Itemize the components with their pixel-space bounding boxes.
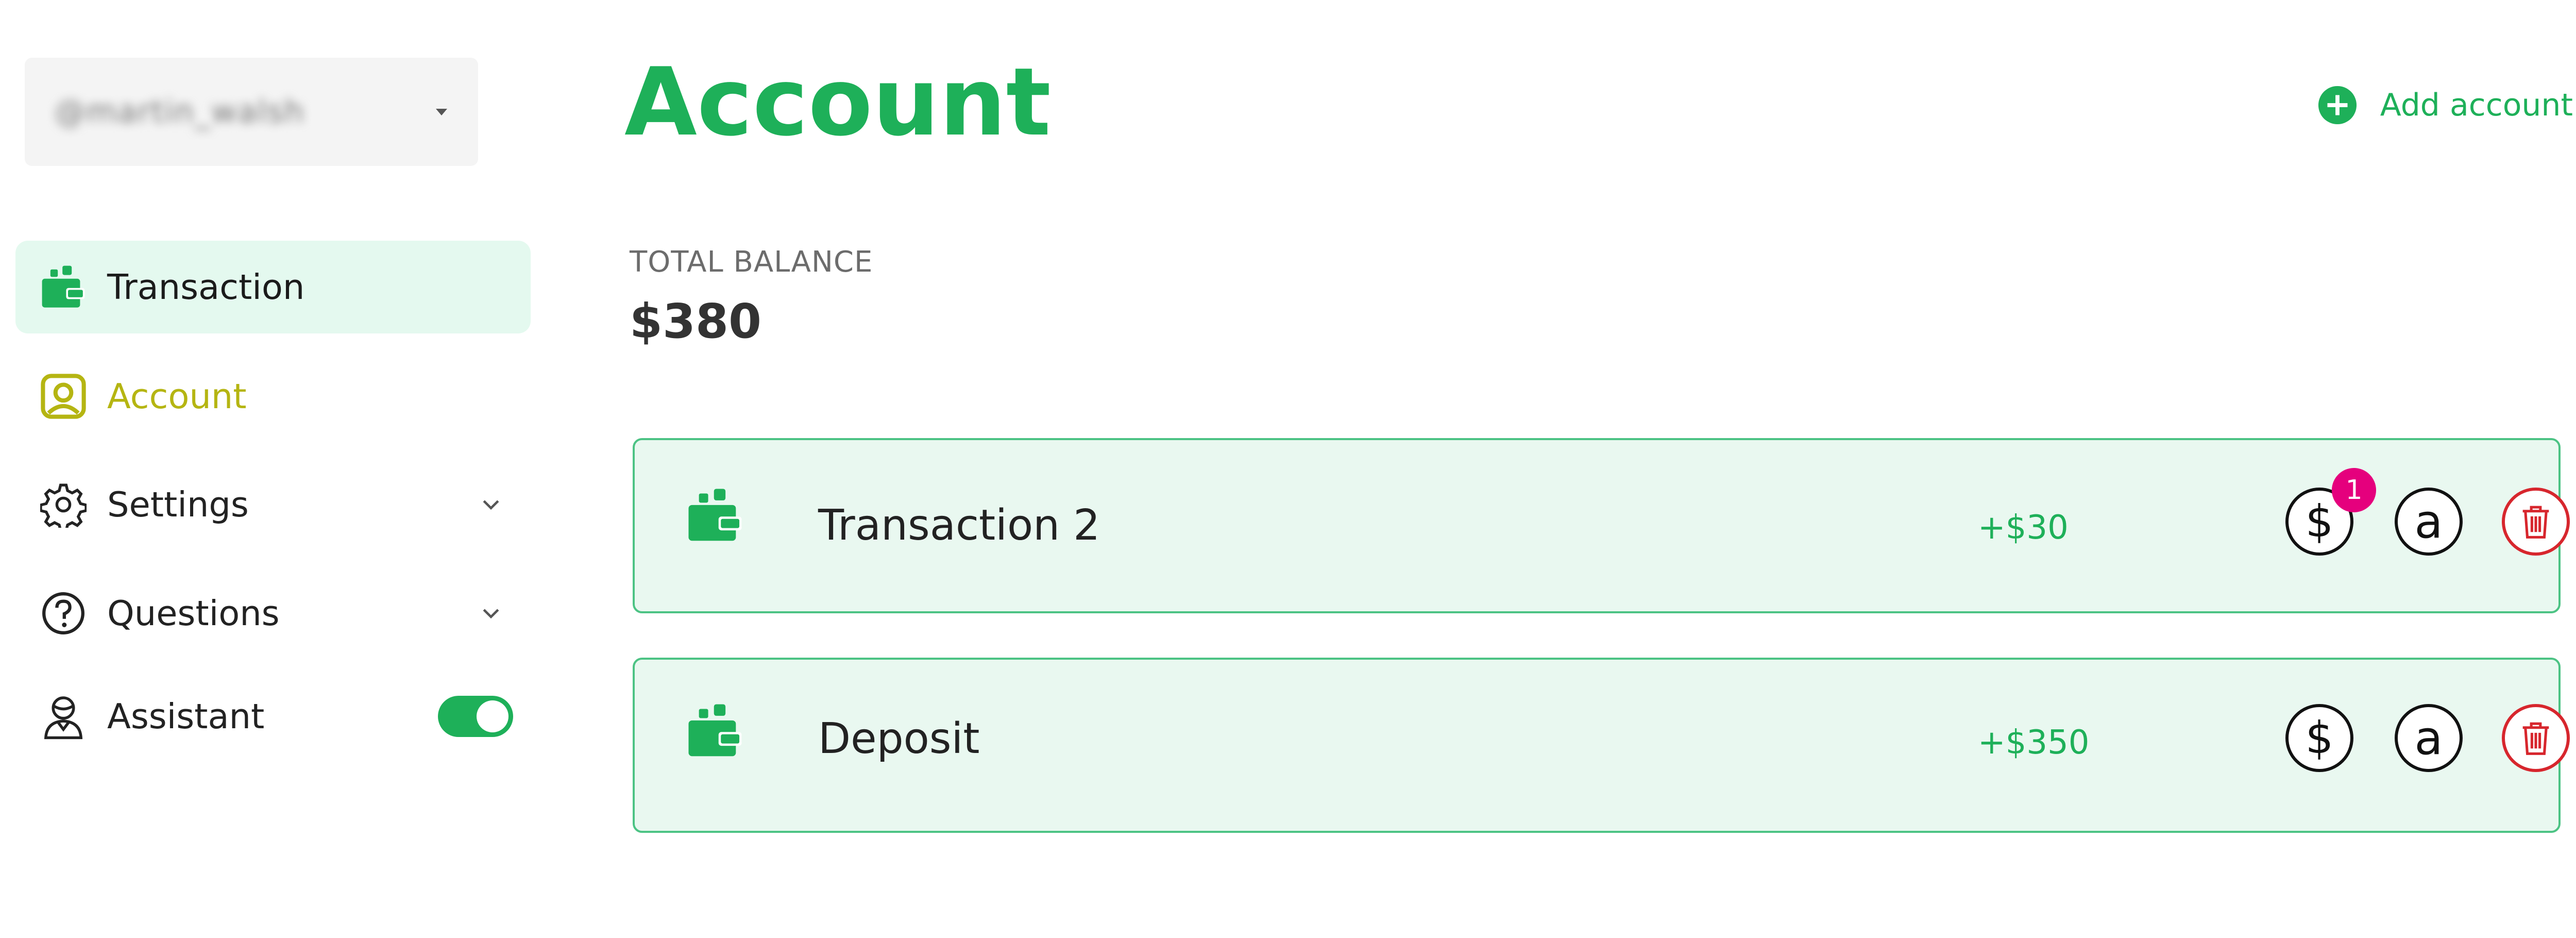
dollar-button[interactable]: $ bbox=[2285, 704, 2353, 772]
sidebar-item-questions[interactable]: Questions bbox=[15, 567, 531, 660]
add-account-button[interactable]: Add account bbox=[2317, 85, 2573, 125]
app-window: @martin_walsh Transaction Account Settin… bbox=[0, 0, 2576, 938]
sidebar-item-account[interactable]: Account bbox=[15, 350, 531, 443]
at-sign-button[interactable]: a bbox=[2395, 488, 2463, 556]
sidebar-item-transaction[interactable]: Transaction bbox=[15, 241, 531, 333]
caret-down-icon bbox=[436, 108, 447, 115]
add-account-label: Add account bbox=[2380, 87, 2573, 123]
transaction-amount: +$350 bbox=[1978, 724, 2090, 762]
sidebar-item-label: Settings bbox=[107, 484, 249, 525]
sidebar-item-label: Transaction bbox=[107, 267, 305, 307]
sidebar-item-label: Account bbox=[107, 376, 247, 416]
sidebar-item-assistant: Assistant bbox=[15, 670, 531, 763]
transaction-card[interactable]: Deposit +$350 $ a bbox=[633, 658, 2570, 833]
delete-button[interactable] bbox=[2502, 488, 2570, 556]
user-account-icon bbox=[41, 374, 86, 419]
wallet-icon bbox=[42, 265, 85, 308]
chevron-down-icon bbox=[483, 500, 499, 510]
plus-circle-icon bbox=[2318, 86, 2357, 125]
dollar-icon: $ bbox=[2305, 712, 2334, 764]
trash-icon bbox=[2522, 506, 2549, 539]
chevron-down-icon bbox=[483, 609, 499, 619]
transaction-name: Transaction 2 bbox=[818, 501, 1100, 550]
total-balance-label: TOTAL BALANCE bbox=[630, 245, 873, 279]
at-sign-icon: a bbox=[2414, 494, 2443, 549]
page-title: Account bbox=[624, 47, 1051, 157]
transaction-card[interactable]: Transaction 2 +$30 $ 1 a bbox=[633, 438, 2570, 613]
sidebar-item-label: Questions bbox=[107, 593, 280, 633]
user-switcher[interactable]: @martin_walsh bbox=[25, 58, 478, 166]
delete-button[interactable] bbox=[2502, 704, 2570, 772]
username-label: @martin_walsh bbox=[55, 94, 305, 130]
sidebar-item-settings[interactable]: Settings bbox=[15, 458, 531, 551]
sidebar-item-label: Assistant bbox=[107, 696, 265, 736]
assistant-icon bbox=[44, 696, 83, 740]
notification-badge: 1 bbox=[2332, 468, 2376, 512]
question-circle-icon bbox=[42, 592, 84, 634]
toggle-knob bbox=[477, 700, 509, 732]
wallet-icon bbox=[688, 704, 742, 757]
dollar-icon: $ bbox=[2305, 496, 2334, 547]
transaction-amount: +$30 bbox=[1978, 509, 2069, 547]
trash-icon bbox=[2522, 722, 2549, 755]
at-sign-icon: a bbox=[2414, 711, 2443, 765]
total-balance-value: $380 bbox=[630, 294, 762, 349]
assistant-toggle[interactable] bbox=[438, 696, 513, 737]
transaction-name: Deposit bbox=[818, 714, 980, 763]
wallet-icon bbox=[688, 489, 742, 541]
at-sign-button[interactable]: a bbox=[2395, 704, 2463, 772]
gear-icon bbox=[40, 483, 87, 528]
